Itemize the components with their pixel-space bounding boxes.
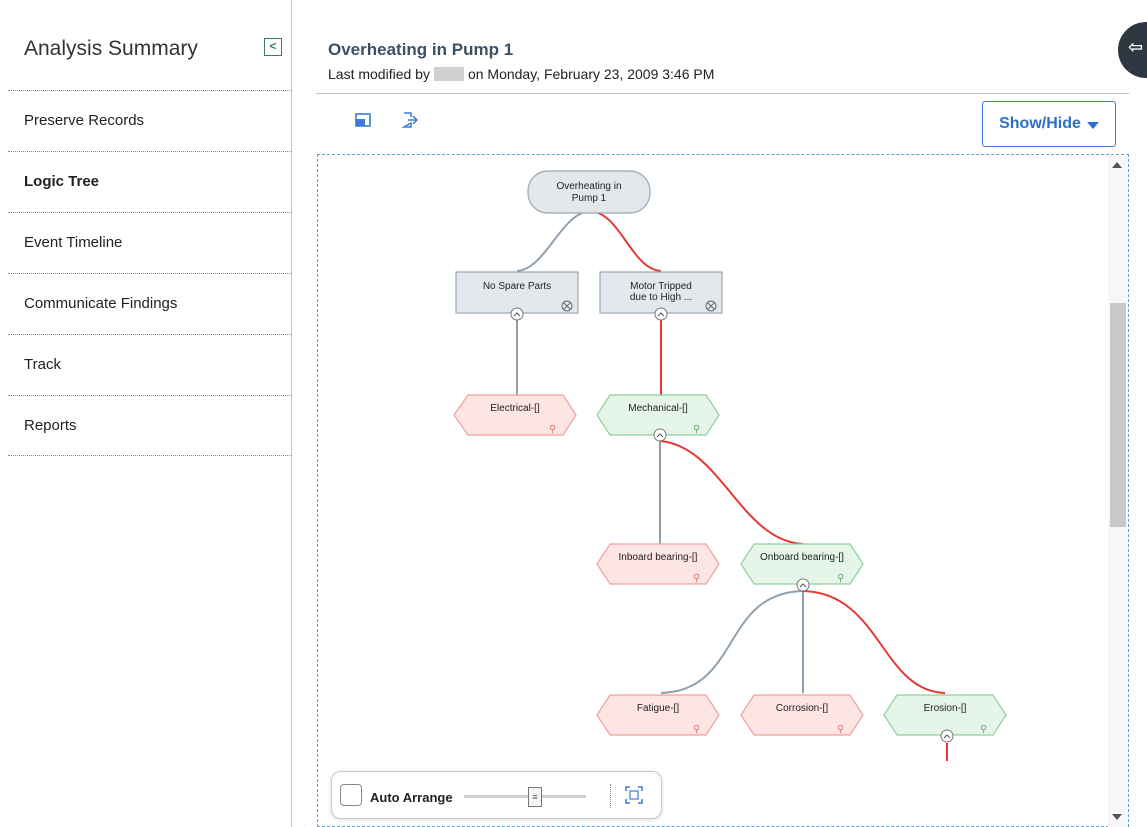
svg-text:⚲: ⚲ xyxy=(549,424,556,435)
svg-text:⚲: ⚲ xyxy=(693,724,700,735)
logic-tree-diagram: Overheating in Pump 1 No Spare Parts Mot… xyxy=(453,170,1007,761)
link-onboard-erosion xyxy=(802,590,946,694)
svg-text:Erosion-[]: Erosion-[] xyxy=(924,703,967,714)
modified-prefix: Last modified by xyxy=(328,66,430,82)
svg-text:Pump 1: Pump 1 xyxy=(572,193,607,204)
svg-text:Fatigue-[]: Fatigue-[] xyxy=(637,703,679,714)
sidebar-item-communicate-findings[interactable]: Communicate Findings xyxy=(8,273,292,334)
modified-suffix: on Monday, February 23, 2009 3:46 PM xyxy=(467,66,715,82)
sidebar-item-logic-tree[interactable]: Logic Tree xyxy=(8,151,292,212)
link-mech-onboard xyxy=(659,440,804,545)
page-title: Overheating in Pump 1 xyxy=(328,40,514,59)
svg-text:Overheating in: Overheating in xyxy=(556,181,621,192)
toolbar-separator xyxy=(610,784,611,808)
scroll-down-icon[interactable] xyxy=(1112,814,1122,820)
svg-text:Corrosion-[]: Corrosion-[] xyxy=(776,703,828,714)
collapse-sidebar-icon[interactable]: < xyxy=(264,38,282,56)
sidebar-item-event-timeline[interactable]: Event Timeline xyxy=(8,212,292,273)
svg-text:⚲: ⚲ xyxy=(837,724,844,735)
node-erosion: Erosion-[] ⚲ xyxy=(883,694,1007,743)
link-onboard-fatigue xyxy=(660,590,804,694)
node-inboard-bearing: Inboard bearing-[] ⚲ xyxy=(596,543,720,585)
node-root: Overheating in Pump 1 xyxy=(527,170,651,214)
svg-text:Electrical-[]: Electrical-[] xyxy=(490,403,540,414)
arrow-icon: ⇦ xyxy=(1128,37,1144,57)
sidebar: Analysis Summary < Preserve Records Logi… xyxy=(0,0,292,827)
assistant-button[interactable]: ⇦ xyxy=(1118,22,1147,78)
caret-down-icon xyxy=(1086,122,1099,129)
fit-to-screen-icon[interactable] xyxy=(624,785,644,805)
svg-text:Inboard bearing-[]: Inboard bearing-[] xyxy=(619,552,698,563)
logic-tree-canvas[interactable]: Overheating in Pump 1 No Spare Parts Mot… xyxy=(317,154,1129,827)
auto-arrange-label: Auto Arrange xyxy=(370,790,453,805)
sidebar-item-track[interactable]: Track xyxy=(8,334,292,395)
svg-text:⚲: ⚲ xyxy=(693,424,700,435)
auto-arrange-checkbox[interactable] xyxy=(340,784,362,806)
node-motor-tripped: Motor Tripped due to High ... xyxy=(599,271,723,321)
show-hide-label: Show/Hide xyxy=(999,115,1081,132)
link-root-motor xyxy=(589,210,662,272)
scroll-up-icon[interactable] xyxy=(1112,162,1122,168)
node-onboard-bearing: Onboard bearing-[] ⚲ xyxy=(740,543,864,592)
svg-text:Motor Tripped: Motor Tripped xyxy=(630,281,692,292)
svg-text:⚲: ⚲ xyxy=(693,573,700,584)
zoom-slider-thumb[interactable]: ≡ xyxy=(528,787,542,807)
zoom-slider-track[interactable] xyxy=(464,795,586,798)
sidebar-item-preserve-records[interactable]: Preserve Records xyxy=(8,90,292,151)
auto-arrange-bar: Auto Arrange ≡ xyxy=(331,771,662,819)
node-electrical: Electrical-[] ⚲ xyxy=(453,394,577,436)
last-modified: Last modified by on Monday, February 23,… xyxy=(328,66,714,82)
svg-text:⚲: ⚲ xyxy=(837,573,844,584)
header-divider xyxy=(316,93,1129,94)
node-no-spare-parts: No Spare Parts xyxy=(455,271,579,321)
show-hide-button[interactable]: Show/Hide xyxy=(982,101,1116,147)
redacted-user xyxy=(433,67,464,81)
node-mechanical: Mechanical-[] ⚲ xyxy=(596,394,720,442)
link-root-nospare xyxy=(516,210,591,272)
node-fatigue: Fatigue-[] ⚲ xyxy=(596,694,720,736)
svg-text:No Spare Parts: No Spare Parts xyxy=(483,281,551,292)
sidebar-title: Analysis Summary xyxy=(24,37,198,60)
svg-text:⚲: ⚲ xyxy=(980,724,987,735)
svg-text:Mechanical-[]: Mechanical-[] xyxy=(628,403,688,414)
sidebar-item-reports[interactable]: Reports xyxy=(8,395,292,456)
svg-text:Onboard bearing-[]: Onboard bearing-[] xyxy=(760,552,844,563)
sidebar-nav: Preserve Records Logic Tree Event Timeli… xyxy=(8,90,292,456)
panel-icon[interactable] xyxy=(353,110,373,130)
scrollbar-thumb[interactable] xyxy=(1110,303,1126,527)
svg-text:due to High ...: due to High ... xyxy=(630,292,692,303)
export-icon[interactable] xyxy=(400,110,420,130)
node-corrosion: Corrosion-[] ⚲ xyxy=(740,694,864,736)
